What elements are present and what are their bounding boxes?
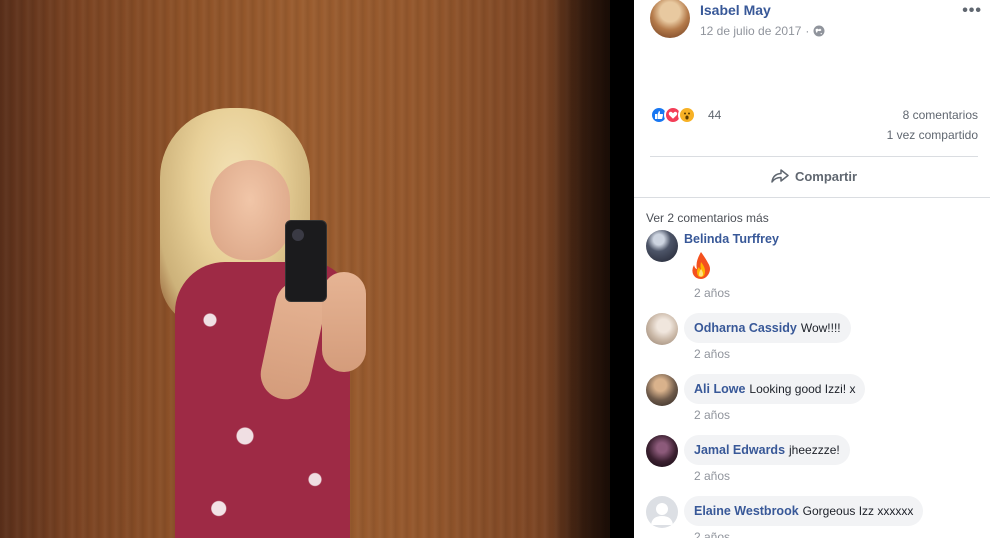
more-options-icon[interactable]: ••• — [962, 2, 982, 20]
default-avatar-icon — [651, 503, 673, 525]
share-label: Compartir — [794, 168, 858, 184]
wow-icon — [678, 106, 696, 124]
commenter-name[interactable]: Ali Lowe — [694, 382, 745, 396]
comment-bubble: Jamal Edwards jheezzze! — [684, 435, 850, 465]
globe-icon[interactable] — [813, 25, 825, 37]
commenter-avatar[interactable] — [646, 230, 678, 262]
comment-time[interactable]: 2 años — [694, 286, 730, 300]
meta-separator: · — [805, 24, 810, 38]
post-date[interactable]: 12 de julio de 2017 — [700, 24, 801, 38]
comment-time[interactable]: 2 años — [694, 530, 730, 538]
photo-viewer[interactable] — [0, 0, 633, 538]
reaction-icons[interactable] — [650, 106, 696, 124]
commenter-name[interactable]: Odharna Cassidy — [694, 321, 797, 335]
photo-subject-face — [210, 160, 290, 260]
author-name[interactable]: Isabel May — [700, 2, 771, 18]
comment-text: Wow!!!! — [800, 321, 841, 335]
comment-text: Gorgeous Izz xxxxxx — [802, 504, 914, 518]
commenter-avatar[interactable] — [646, 313, 678, 345]
photo-phone — [285, 220, 327, 302]
post-photo[interactable] — [0, 0, 610, 538]
author-avatar[interactable] — [650, 0, 690, 38]
share-icon — [771, 169, 789, 183]
commenter-avatar[interactable] — [646, 435, 678, 467]
share-button[interactable]: Compartir — [650, 160, 978, 192]
shares-count[interactable]: 1 vez compartido — [887, 128, 978, 142]
divider — [634, 197, 990, 198]
post-header: Isabel May 12 de julio de 2017 · ••• — [650, 0, 982, 44]
reactions-summary: 44 8 comentarios 1 vez compartido — [650, 104, 978, 148]
comment-time[interactable]: 2 años — [694, 347, 730, 361]
post-side-panel: Isabel May 12 de julio de 2017 · ••• 44 — [634, 0, 990, 538]
photo-subject-arm-raised — [322, 272, 366, 372]
commenter-avatar[interactable] — [646, 374, 678, 406]
comments-count[interactable]: 8 comentarios — [903, 108, 978, 122]
comment-bubble: Elaine Westbrook Gorgeous Izz xxxxxx — [684, 496, 924, 526]
commenter-name[interactable]: Jamal Edwards — [694, 443, 785, 457]
photo-door-edge — [550, 0, 610, 538]
divider — [650, 156, 978, 157]
post-meta: 12 de julio de 2017 · — [700, 24, 825, 38]
commenter-avatar[interactable] — [646, 496, 678, 528]
comment-time[interactable]: 2 años — [694, 408, 730, 422]
reaction-count[interactable]: 44 — [708, 108, 721, 122]
fire-emoji-icon — [692, 252, 710, 279]
comment-text: jheezzze! — [789, 443, 840, 457]
comment-body: Belinda Turffrey — [684, 232, 779, 246]
comment-bubble: Ali Lowe Looking good Izzi! x — [684, 374, 866, 404]
comment-text: Looking good Izzi! x — [749, 382, 856, 396]
view-more-comments-link[interactable]: Ver 2 comentarios más — [646, 211, 769, 225]
commenter-name[interactable]: Belinda Turffrey — [684, 232, 779, 246]
comment-time[interactable]: 2 años — [694, 469, 730, 483]
commenter-name[interactable]: Elaine Westbrook — [694, 504, 799, 518]
comment-bubble: Odharna Cassidy Wow!!!! — [684, 313, 851, 343]
